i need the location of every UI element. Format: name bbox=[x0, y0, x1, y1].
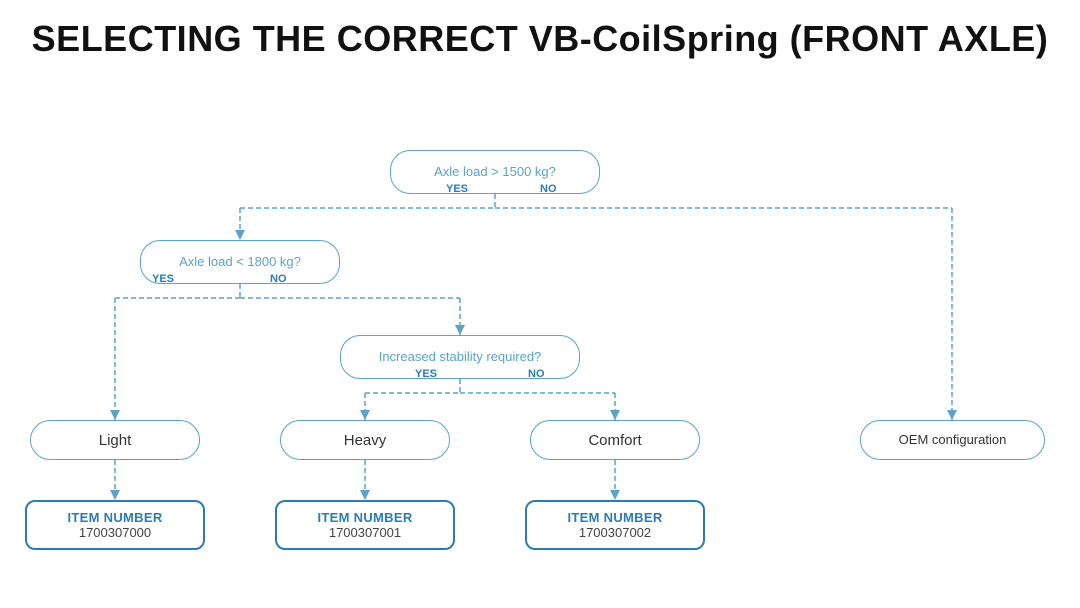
item-box-1700307002: ITEM NUMBER 1700307002 bbox=[525, 500, 705, 550]
result-oem: OEM configuration bbox=[860, 420, 1045, 460]
yn-d1-yes: YES bbox=[446, 183, 468, 195]
item-box-1700307001: ITEM NUMBER 1700307001 bbox=[275, 500, 455, 550]
decision-axle-1500: Axle load > 1500 kg? bbox=[390, 150, 600, 194]
yn-d3-yes: YES bbox=[415, 368, 437, 380]
item-box-1700307000: ITEM NUMBER 1700307000 bbox=[25, 500, 205, 550]
yn-d3-no: NO bbox=[528, 368, 545, 380]
result-light: Light bbox=[30, 420, 200, 460]
diagram-area: Axle load > 1500 kg? Axle load < 1800 kg… bbox=[0, 70, 1080, 580]
page-title: SELECTING THE CORRECT VB-CoilSpring (FRO… bbox=[0, 0, 1080, 70]
yn-d2-yes: YES bbox=[152, 273, 174, 285]
result-comfort: Comfort bbox=[530, 420, 700, 460]
result-heavy: Heavy bbox=[280, 420, 450, 460]
yn-d2-no: NO bbox=[270, 273, 287, 285]
yn-d1-no: NO bbox=[540, 183, 557, 195]
